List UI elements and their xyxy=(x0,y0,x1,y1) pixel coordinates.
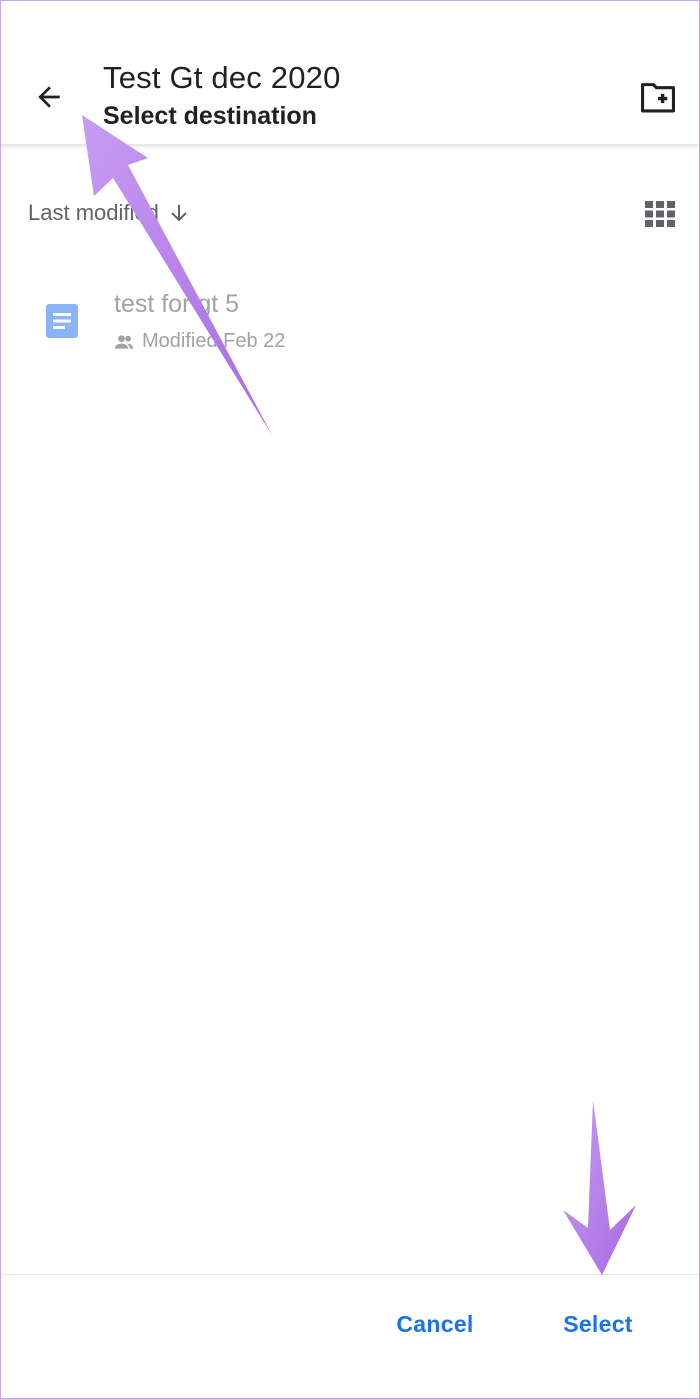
arrow-back-icon xyxy=(38,86,60,108)
google-docs-icon xyxy=(46,304,78,338)
cancel-button[interactable]: Cancel xyxy=(380,1300,490,1348)
create-new-folder-icon xyxy=(641,83,675,113)
page-title: Test Gt dec 2020 xyxy=(103,60,341,95)
sort-label: Last modified xyxy=(28,200,159,225)
select-button[interactable]: Select xyxy=(548,1300,648,1348)
new-folder-button[interactable] xyxy=(630,72,686,122)
app-bar: Test Gt dec 2020 Select destination xyxy=(0,0,700,145)
footer-divider xyxy=(0,1274,700,1275)
file-meta: Modified Feb 22 xyxy=(114,330,285,353)
file-list-item[interactable]: test for gt 5 Modified Feb 22 xyxy=(0,270,700,370)
sort-control[interactable]: Last modified xyxy=(28,196,191,230)
file-name: test for gt 5 xyxy=(114,290,240,318)
arrow-down-icon xyxy=(171,205,187,222)
file-modified-date: Modified Feb 22 xyxy=(142,330,286,352)
back-button[interactable] xyxy=(20,68,78,126)
grid-view-icon xyxy=(645,201,675,227)
grid-view-button[interactable] xyxy=(640,194,680,234)
people-icon xyxy=(114,334,134,349)
page-subtitle: Select destination xyxy=(103,102,317,130)
annotation-arrow-select xyxy=(563,1100,636,1275)
